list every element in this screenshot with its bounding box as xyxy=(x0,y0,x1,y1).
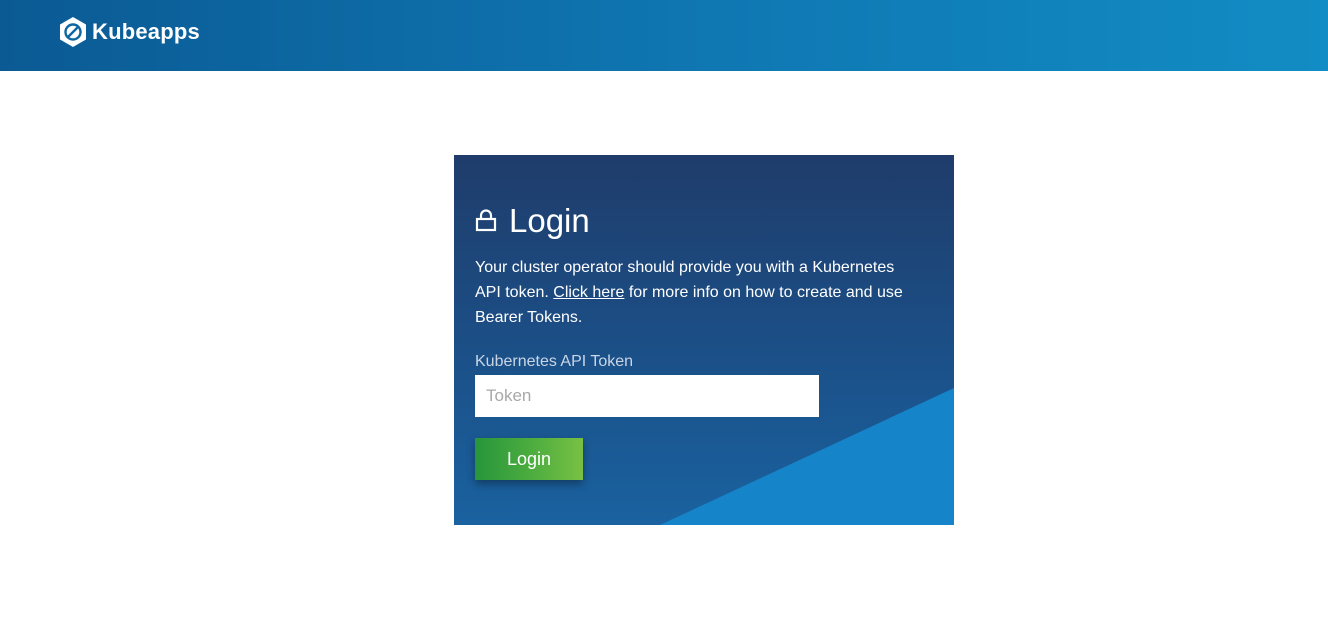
login-form: Login Your cluster operator should provi… xyxy=(475,199,925,480)
login-button[interactable]: Login xyxy=(475,438,583,480)
kubeapps-logo-icon xyxy=(60,17,86,47)
login-title: Login xyxy=(509,202,590,239)
click-here-link[interactable]: Click here xyxy=(553,284,624,301)
token-field-label: Kubernetes API Token xyxy=(475,353,634,370)
login-description: Your cluster operator should provide you… xyxy=(475,255,915,330)
token-input[interactable] xyxy=(475,375,819,417)
brand-link[interactable]: Kubeapps xyxy=(58,16,200,48)
login-card: Login Your cluster operator should provi… xyxy=(454,155,954,525)
brand-name: Kubeapps xyxy=(92,19,200,44)
login-title-row: Login xyxy=(475,199,925,243)
top-header: Kubeapps xyxy=(0,0,1328,71)
lock-icon xyxy=(475,209,497,232)
